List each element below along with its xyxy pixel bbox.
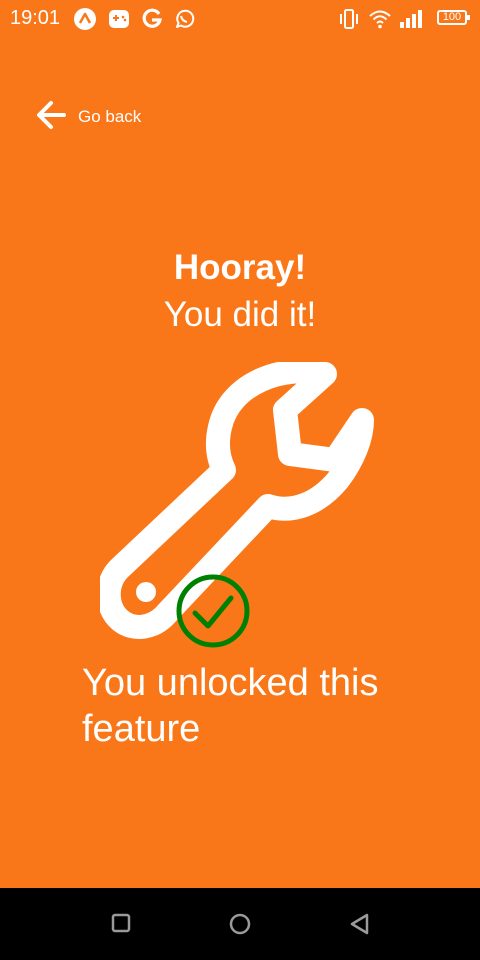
navigation-bar [0, 888, 480, 960]
game-controller-icon [108, 8, 130, 35]
arrow-left-icon [34, 98, 68, 137]
status-bar: 19:01 100 [0, 0, 480, 38]
vibrate-icon [338, 8, 360, 35]
unlock-message: You unlocked this feature [82, 662, 379, 750]
wifi-icon [368, 8, 392, 35]
subheadline: You did it! [163, 295, 317, 334]
recents-square-icon[interactable] [110, 912, 132, 939]
google-icon [141, 8, 163, 35]
battery-icon: 100 [437, 10, 470, 25]
go-back-label: Go back [78, 107, 142, 126]
whatsapp-icon [173, 8, 195, 35]
status-time: 19:01 [10, 7, 61, 29]
back-triangle-icon[interactable] [348, 912, 372, 941]
unlock-illustration [100, 362, 374, 648]
home-circle-icon[interactable] [228, 912, 252, 941]
app-screen: 19:01 100 Go back Hooray! You did it! Yo… [0, 0, 480, 888]
go-back-button[interactable]: Go back [34, 100, 141, 134]
signal-icon [399, 8, 425, 35]
check-circle-icon [176, 574, 250, 648]
assistant-icon [74, 8, 96, 35]
headline: Hooray! [173, 248, 307, 287]
